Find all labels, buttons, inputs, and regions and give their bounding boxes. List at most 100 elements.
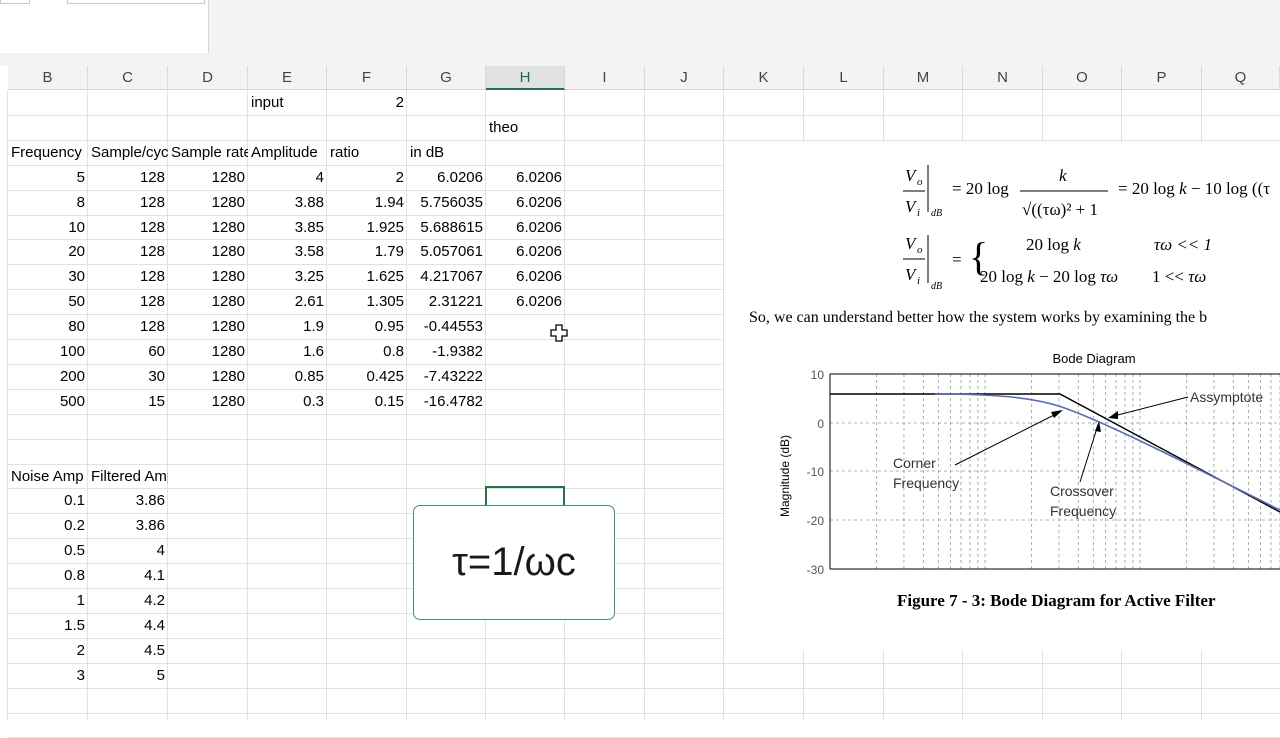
data-cell[interactable]: 30 [8,265,88,289]
data-cell[interactable]: 1.305 [327,290,407,314]
data-cell[interactable]: 0.425 [327,365,407,389]
noise-data-cell[interactable]: 4.2 [88,589,168,613]
data-cell[interactable]: 2 [327,166,407,190]
noise-data-cell[interactable]: 0.2 [8,514,88,538]
column-header-m[interactable]: M [884,66,963,90]
data-cell[interactable]: -1.9382 [407,340,486,364]
column-header-o[interactable]: O [1043,66,1122,90]
noise-data-cell[interactable]: 4.4 [88,614,168,638]
data-cell[interactable]: 1280 [168,240,248,264]
data-cell[interactable]: 1280 [168,191,248,215]
data-cell[interactable]: 100 [8,340,88,364]
noise-data-cell[interactable]: 1 [8,589,88,613]
data-cell[interactable]: 3.25 [248,265,327,289]
noise-data-cell[interactable]: 5 [88,664,168,688]
noise-data-cell[interactable]: 2 [8,639,88,663]
data-cell[interactable]: 2.61 [248,290,327,314]
data-cell[interactable]: 6.0206 [486,265,565,289]
header-cell[interactable]: Amplitude [248,141,327,165]
noise-data-cell[interactable]: 0.5 [8,539,88,563]
data-cell[interactable]: 80 [8,315,88,339]
column-header-q[interactable]: Q [1202,66,1280,90]
column-header-k[interactable]: K [724,66,804,90]
data-cell[interactable]: 128 [88,191,168,215]
data-cell[interactable]: 10 [8,216,88,240]
noise-data-cell[interactable]: 0.1 [8,489,88,513]
data-cell[interactable]: 1280 [168,166,248,190]
noise-data-cell[interactable]: 0.8 [8,564,88,588]
data-cell[interactable]: 6.0206 [486,240,565,264]
column-header-c[interactable]: C [88,66,168,90]
data-cell[interactable]: 1280 [168,290,248,314]
header-cell[interactable]: in dB [407,141,486,165]
data-cell[interactable]: 1280 [168,390,248,414]
noise-data-cell[interactable]: 4.5 [88,639,168,663]
data-cell[interactable]: 500 [8,390,88,414]
data-cell[interactable]: 128 [88,216,168,240]
cell-input-value[interactable]: 2 [327,91,407,115]
data-cell[interactable]: 128 [88,290,168,314]
data-cell[interactable]: 5 [8,166,88,190]
data-cell[interactable]: 2.31221 [407,290,486,314]
noise-header-cell[interactable]: Noise Amp [8,465,88,489]
data-cell[interactable]: 6.0206 [486,216,565,240]
column-header-p[interactable]: P [1122,66,1202,90]
column-header-e[interactable]: E [248,66,327,90]
data-cell[interactable]: 20 [8,240,88,264]
column-header-d[interactable]: D [168,66,248,90]
header-cell[interactable]: Sample/cycle [88,141,168,165]
column-header-i[interactable]: I [565,66,645,90]
data-cell[interactable]: 128 [88,315,168,339]
data-cell[interactable]: -7.43222 [407,365,486,389]
data-cell[interactable]: -16.4782 [407,390,486,414]
data-cell[interactable]: -0.44553 [407,315,486,339]
data-cell[interactable]: 5.688615 [407,216,486,240]
data-cell[interactable]: 1.9 [248,315,327,339]
data-cell[interactable]: 128 [88,265,168,289]
noise-header-cell[interactable]: Filtered Amp(V) [88,465,168,489]
column-header-j[interactable]: J [645,66,724,90]
data-cell[interactable]: 3.88 [248,191,327,215]
data-cell[interactable]: 60 [88,340,168,364]
data-cell[interactable]: 0.95 [327,315,407,339]
noise-data-cell[interactable]: 3.86 [88,514,168,538]
data-cell[interactable]: 6.0206 [486,191,565,215]
column-header-n[interactable]: N [963,66,1043,90]
header-cell[interactable]: ratio [327,141,407,165]
data-cell[interactable]: 6.0206 [486,166,565,190]
data-cell[interactable]: 1.79 [327,240,407,264]
data-cell[interactable]: 1.6 [248,340,327,364]
data-cell[interactable]: 6.0206 [407,166,486,190]
header-cell[interactable]: Sample rate [168,141,248,165]
column-header-h[interactable]: H [486,66,565,90]
noise-data-cell[interactable]: 4.1 [88,564,168,588]
data-cell[interactable]: 6.0206 [486,290,565,314]
noise-data-cell[interactable]: 3 [8,664,88,688]
data-cell[interactable]: 0.85 [248,365,327,389]
data-cell[interactable]: 8 [8,191,88,215]
data-cell[interactable]: 30 [88,365,168,389]
data-cell[interactable]: 1280 [168,365,248,389]
formula-bar[interactable] [67,0,205,4]
data-cell[interactable]: 200 [8,365,88,389]
data-cell[interactable]: 4 [248,166,327,190]
data-cell[interactable]: 128 [88,240,168,264]
name-box[interactable] [0,0,30,4]
data-cell[interactable]: 4.217067 [407,265,486,289]
column-header-g[interactable]: G [407,66,486,90]
data-cell[interactable]: 1.925 [327,216,407,240]
noise-data-cell[interactable]: 4 [88,539,168,563]
cell-input-label[interactable]: input [248,91,327,115]
data-cell[interactable]: 5.756035 [407,191,486,215]
data-cell[interactable]: 50 [8,290,88,314]
column-header-b[interactable]: B [8,66,88,90]
data-cell[interactable]: 15 [88,390,168,414]
data-cell[interactable]: 0.8 [327,340,407,364]
data-cell[interactable]: 3.85 [248,216,327,240]
column-header-f[interactable]: F [327,66,407,90]
noise-data-cell[interactable]: 1.5 [8,614,88,638]
data-cell[interactable]: 3.58 [248,240,327,264]
data-cell[interactable]: 0.3 [248,390,327,414]
column-header-l[interactable]: L [804,66,884,90]
data-cell[interactable]: 0.15 [327,390,407,414]
